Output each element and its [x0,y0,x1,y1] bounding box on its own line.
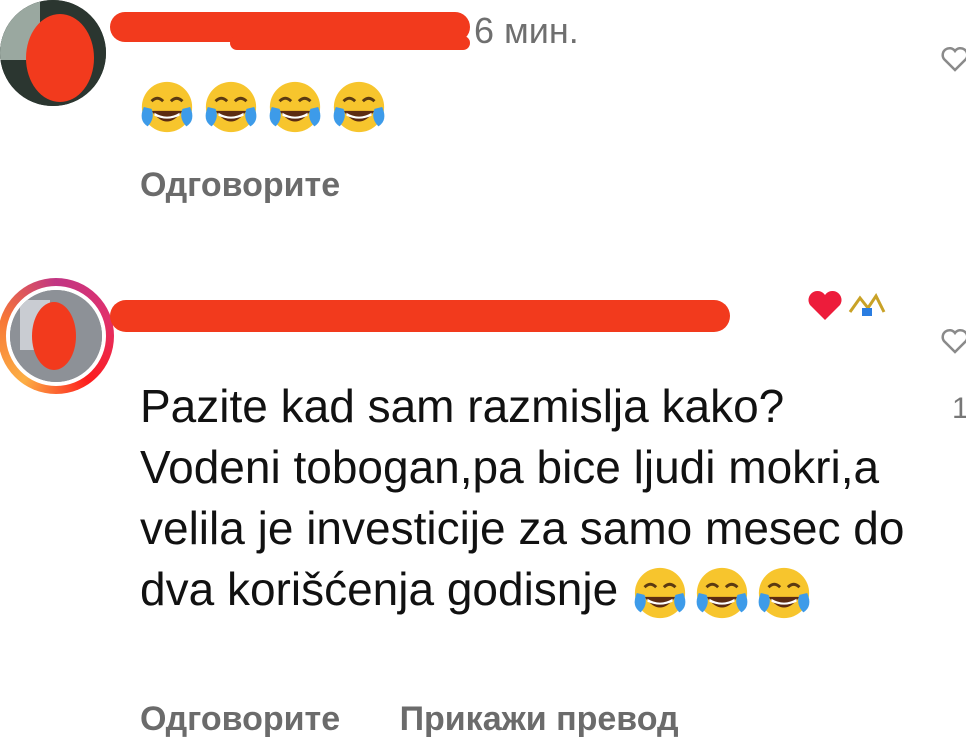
avatar[interactable] [6,286,106,386]
comment-emoji-inline [631,564,813,622]
avatar[interactable] [0,0,106,106]
creator-liked-heart-icon [808,290,842,320]
tears-of-joy-emoji [205,81,257,133]
comment-actions: Одговорите Прикажи превод [140,700,679,739]
heart-outline-icon[interactable] [940,44,966,74]
tears-of-joy-emoji [634,567,686,618]
tears-of-joy-emoji [696,567,748,618]
reply-button[interactable]: Одговорите [140,700,340,738]
comment-body: Pazite kad sam razmislja kako?Vodeni tob… [140,376,920,622]
tears-of-joy-emoji [758,567,810,618]
badge-icon [848,293,886,316]
comment-timestamp: 6 мин. [474,10,579,51]
tears-of-joy-emoji [141,81,193,133]
reply-button[interactable]: Одговорите [140,166,340,205]
tears-of-joy-emoji [269,81,321,133]
view-translation-button[interactable]: Прикажи превод [400,700,679,738]
tears-of-joy-emoji [333,81,385,133]
redacted-username [110,300,730,332]
avatar-image [0,0,106,106]
like-count: 1 [952,392,966,425]
redacted-username-overlay [230,36,470,50]
avatar-image [10,290,102,382]
comment-emoji-row [138,78,388,136]
heart-outline-icon[interactable] [940,326,966,356]
